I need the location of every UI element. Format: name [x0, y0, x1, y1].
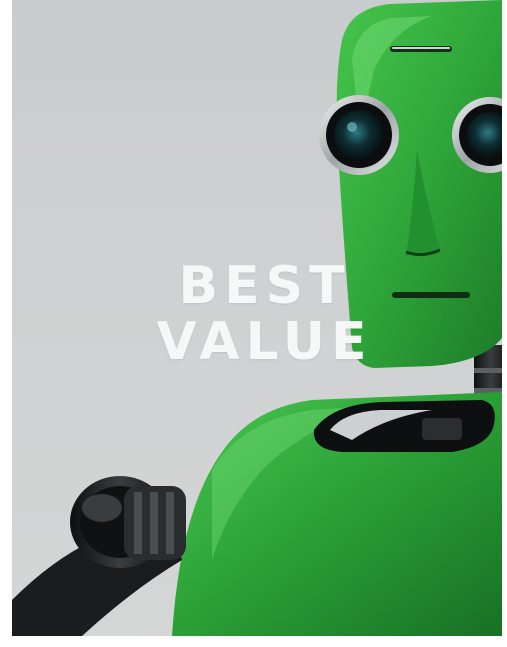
headline-line-1: BEST — [178, 256, 351, 316]
headline: BEST VALUE — [132, 258, 397, 370]
poster: BEST VALUE — [12, 0, 502, 636]
robot-torso — [172, 392, 502, 636]
robot-eye-left — [319, 95, 399, 175]
robot-arm — [12, 476, 186, 636]
headline-line-2: VALUE — [156, 312, 373, 372]
